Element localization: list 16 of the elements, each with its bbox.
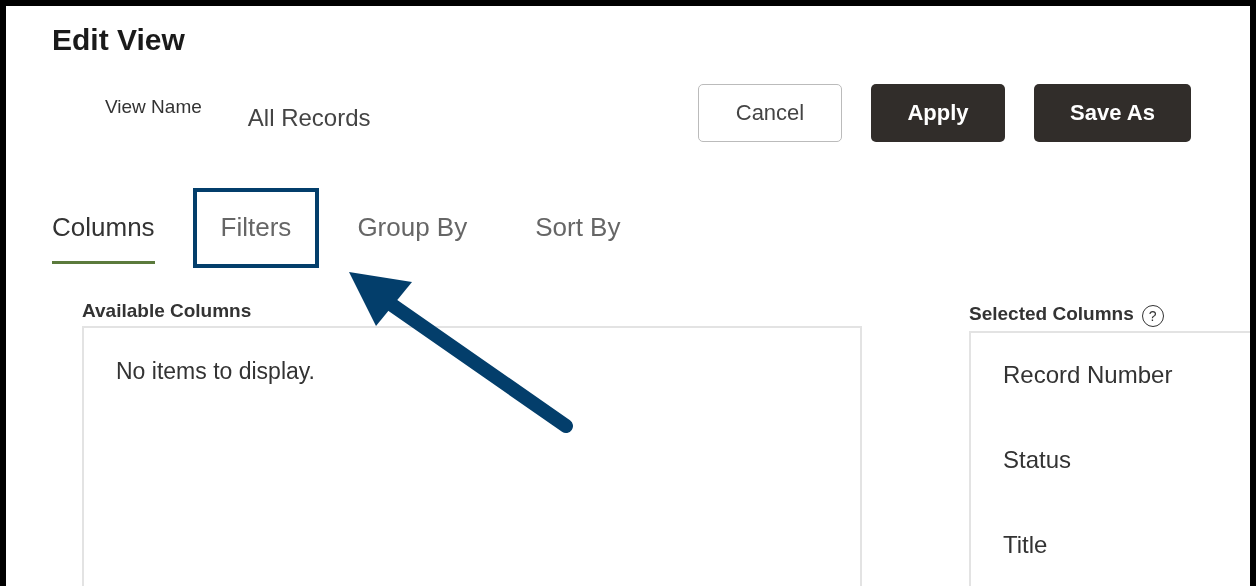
primary-button[interactable]: Apply	[871, 84, 1005, 142]
tab[interactable]: Sort By	[507, 188, 649, 268]
tab[interactable]: Group By	[329, 188, 496, 268]
list-item[interactable]: Title	[1003, 531, 1250, 586]
list-item[interactable]: Status	[1003, 446, 1250, 531]
selected-columns-label: Selected Columns	[969, 302, 1134, 325]
primary-button[interactable]: Save As	[1034, 84, 1191, 142]
cancel-button[interactable]: Cancel	[698, 84, 842, 142]
tab[interactable]: Filters	[192, 188, 320, 268]
list-item[interactable]: Record Number	[1003, 361, 1250, 446]
view-name-label: View Name	[105, 96, 202, 118]
tab[interactable]: Columns	[52, 188, 155, 264]
empty-message: No items to display.	[116, 358, 315, 384]
available-columns-label: Available Columns	[82, 300, 253, 322]
view-name-value: All Records	[247, 104, 371, 132]
dialog-title: Edit View	[52, 22, 186, 58]
